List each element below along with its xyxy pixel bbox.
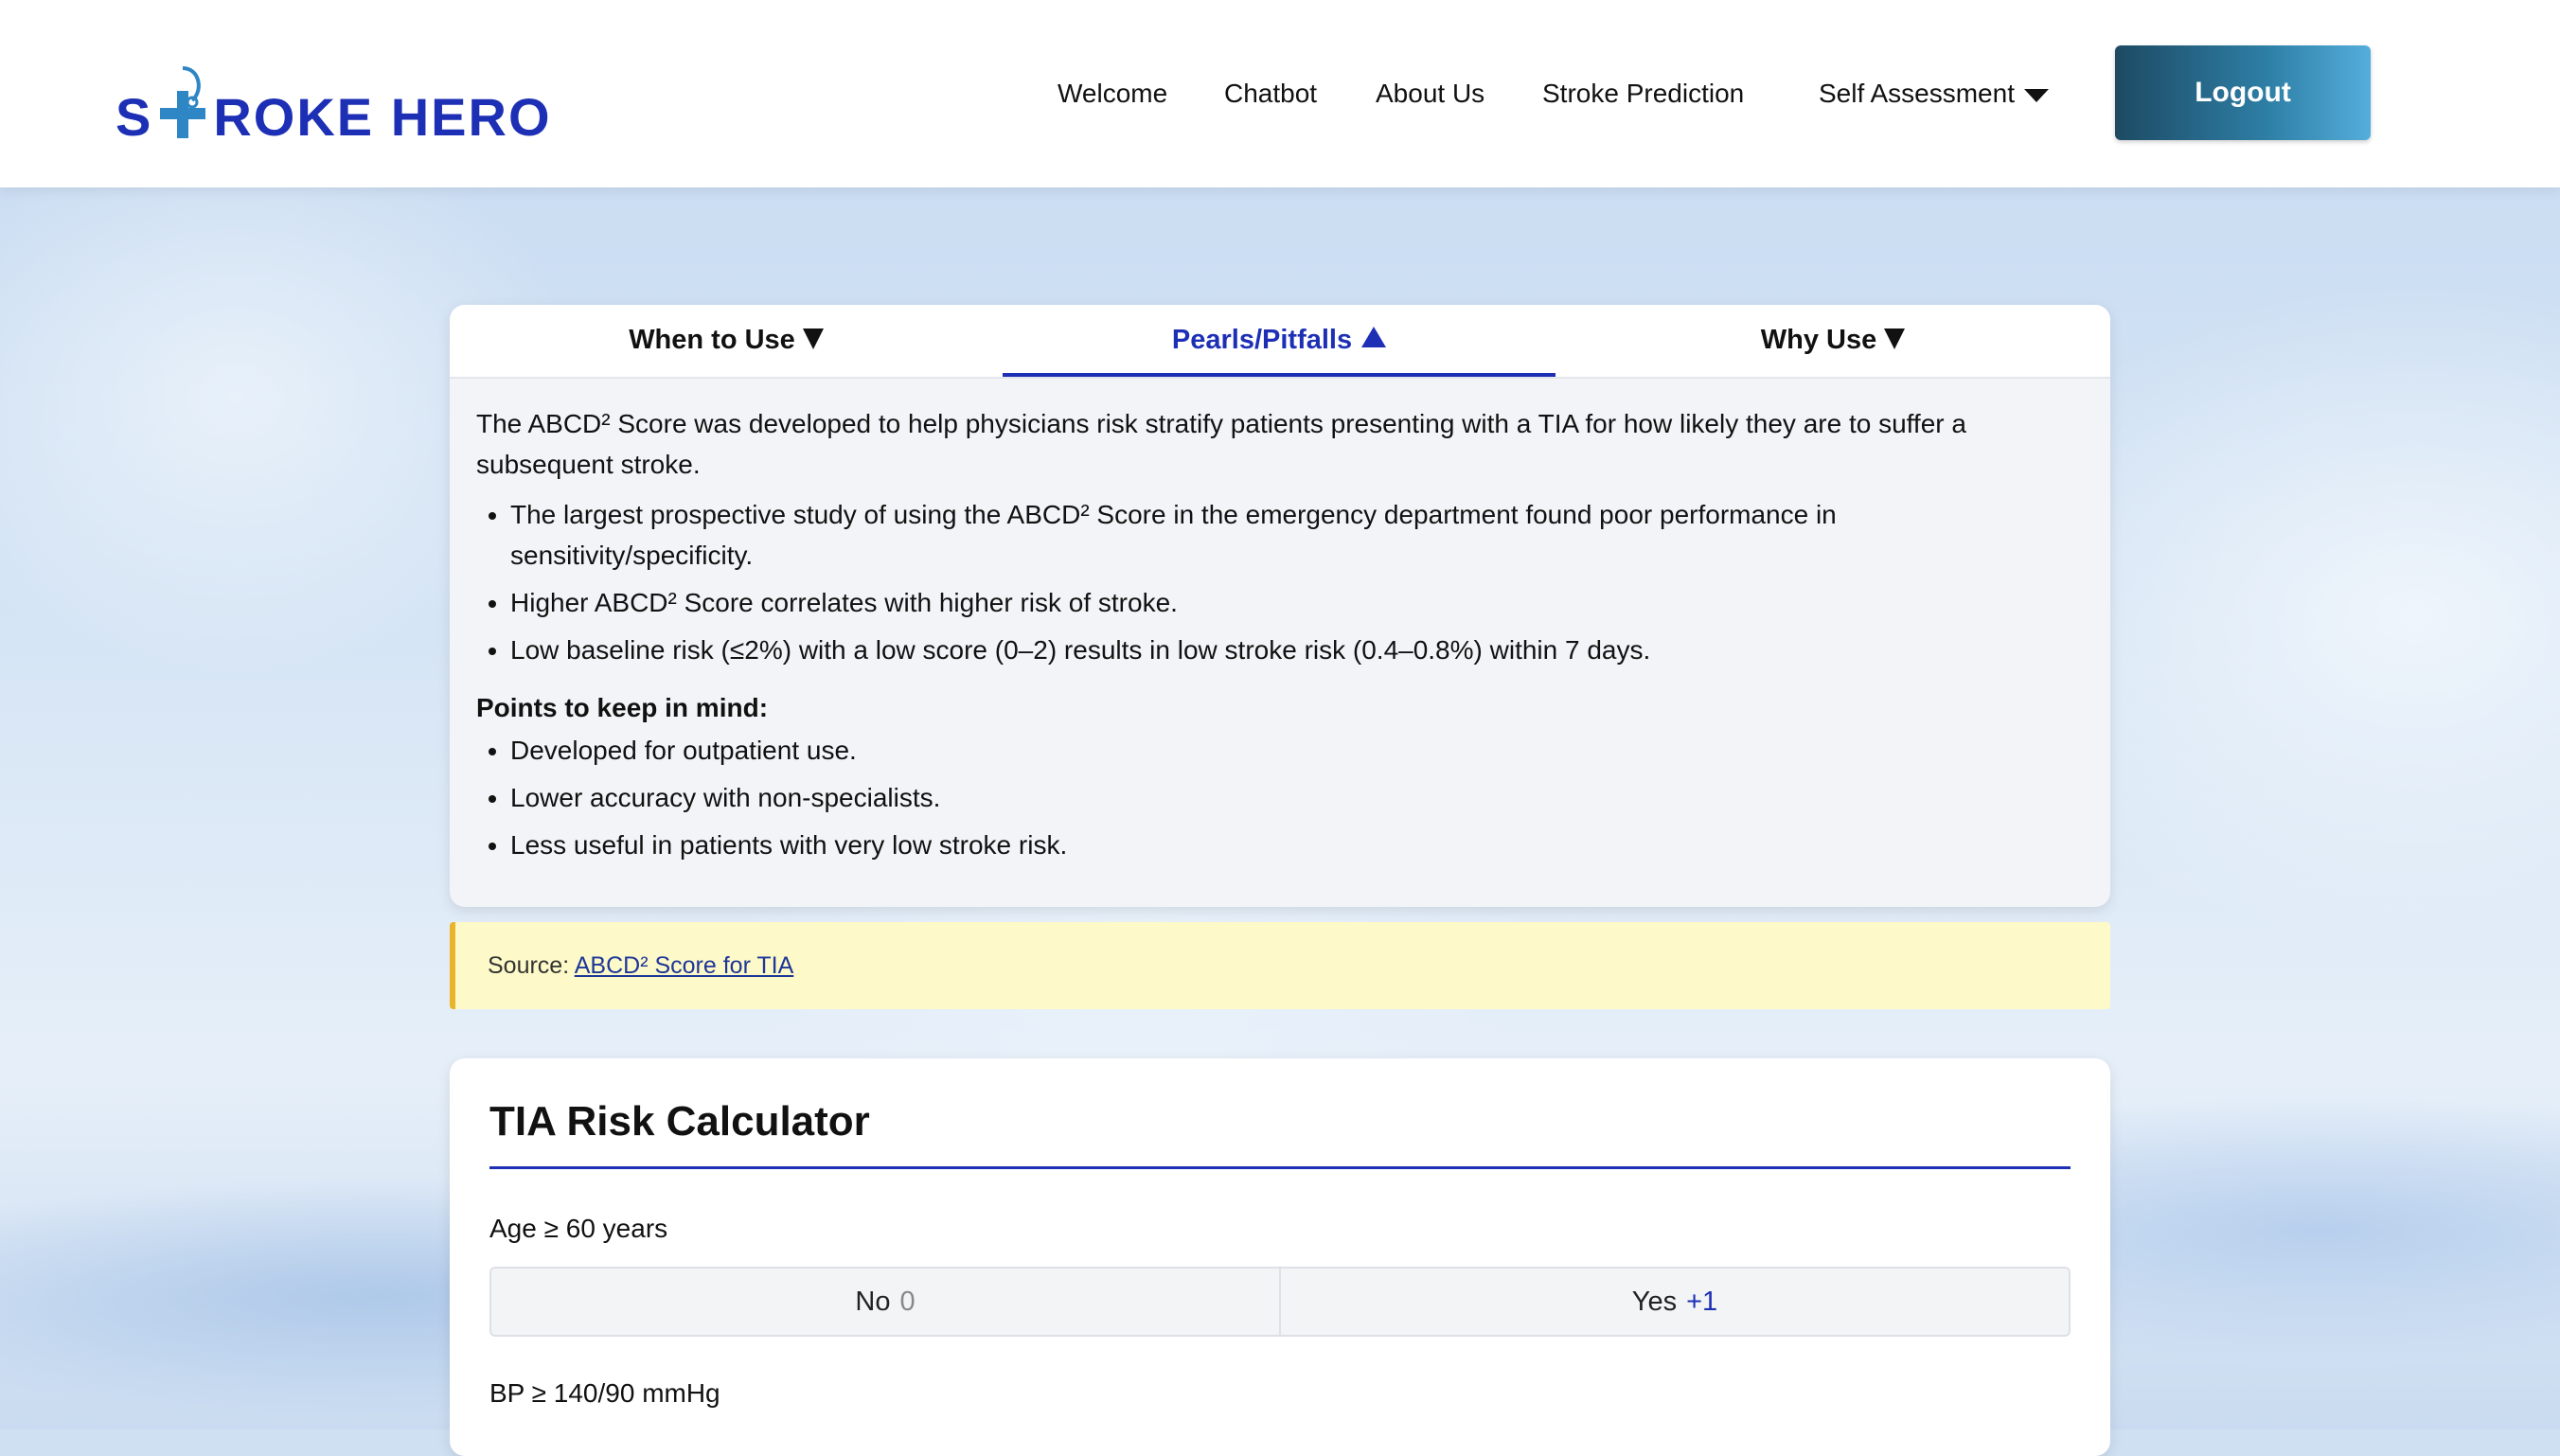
tab-why-use[interactable]: Why Use (1556, 305, 2110, 377)
nav-stroke-prediction[interactable]: Stroke Prediction (1542, 70, 1744, 117)
info-tabs: When to Use Pearls/Pitfalls Why Use (450, 305, 2110, 379)
tab-label: Pearls/Pitfalls (1171, 325, 1353, 355)
logo-text-end: ROKE HERO (213, 87, 552, 147)
tab-label: Why Use (1760, 325, 1877, 355)
logout-button[interactable]: Logout (2115, 45, 2371, 140)
list-item: Developed for outpatient use. (510, 730, 2086, 771)
pearls-list: The largest prospective study of using t… (476, 494, 2086, 670)
age-option-no[interactable]: No 0 (491, 1269, 1279, 1335)
triangle-down-icon (802, 328, 824, 349)
calculator-title: TIA Risk Calculator (489, 1098, 870, 1145)
triangle-up-icon (1361, 327, 1387, 347)
list-item: Less useful in patients with very low st… (510, 825, 2086, 865)
source-note: Source: ABCD² Score for TIA (450, 922, 2110, 1009)
tab-label: When to Use (629, 325, 795, 355)
chevron-down-icon (2023, 88, 2049, 102)
tab-when-to-use[interactable]: When to Use (450, 305, 1003, 377)
source-prefix: Source: (488, 952, 575, 979)
points-heading: Points to keep in mind: (476, 693, 769, 722)
tia-calculator: TIA Risk Calculator Age ≥ 60 years No 0 Y… (450, 1058, 2110, 1456)
option-label: Yes (1631, 1287, 1678, 1317)
nav-self-assessment-label: Self Assessment (1819, 79, 2015, 108)
logo-text-start: S (116, 87, 153, 147)
option-label: No (855, 1287, 891, 1317)
list-item: Low baseline risk (≤2%) with a low score… (510, 630, 2086, 670)
logo[interactable]: S ROKE HERO (116, 59, 552, 144)
nav-chatbot[interactable]: Chatbot (1224, 70, 1317, 117)
question-age-label: Age ≥ 60 years (489, 1214, 668, 1243)
nav-welcome[interactable]: Welcome (1058, 70, 1167, 117)
tab-pearls-pitfalls[interactable]: Pearls/Pitfalls (1003, 305, 1556, 377)
site-header: S ROKE HERO Welcome Chatbot About Us Str… (0, 0, 2560, 187)
pearls-content: The ABCD² Score was developed to help ph… (476, 403, 2086, 872)
triangle-down-icon (1884, 328, 1906, 349)
question-bp-label: BP ≥ 140/90 mmHg (489, 1378, 720, 1408)
age-options: No 0 Yes +1 (489, 1267, 2071, 1337)
points-list: Developed for outpatient use. Lower accu… (476, 730, 2086, 865)
option-points: 0 (899, 1287, 916, 1317)
source-link[interactable]: ABCD² Score for TIA (575, 952, 794, 979)
info-card: When to Use Pearls/Pitfalls Why Use The … (450, 305, 2110, 907)
nav-about-us[interactable]: About Us (1376, 70, 1484, 117)
stethoscope-cross-icon (154, 66, 211, 144)
nav-self-assessment[interactable]: Self Assessment (1819, 70, 2049, 117)
list-item: Lower accuracy with non-specialists. (510, 777, 2086, 818)
title-divider (489, 1166, 2071, 1169)
list-item: The largest prospective study of using t… (510, 494, 2086, 576)
pearls-intro: The ABCD² Score was developed to help ph… (476, 409, 1966, 479)
age-option-yes[interactable]: Yes +1 (1279, 1269, 2069, 1335)
option-points: +1 (1686, 1287, 1718, 1317)
list-item: Higher ABCD² Score correlates with highe… (510, 582, 2086, 623)
